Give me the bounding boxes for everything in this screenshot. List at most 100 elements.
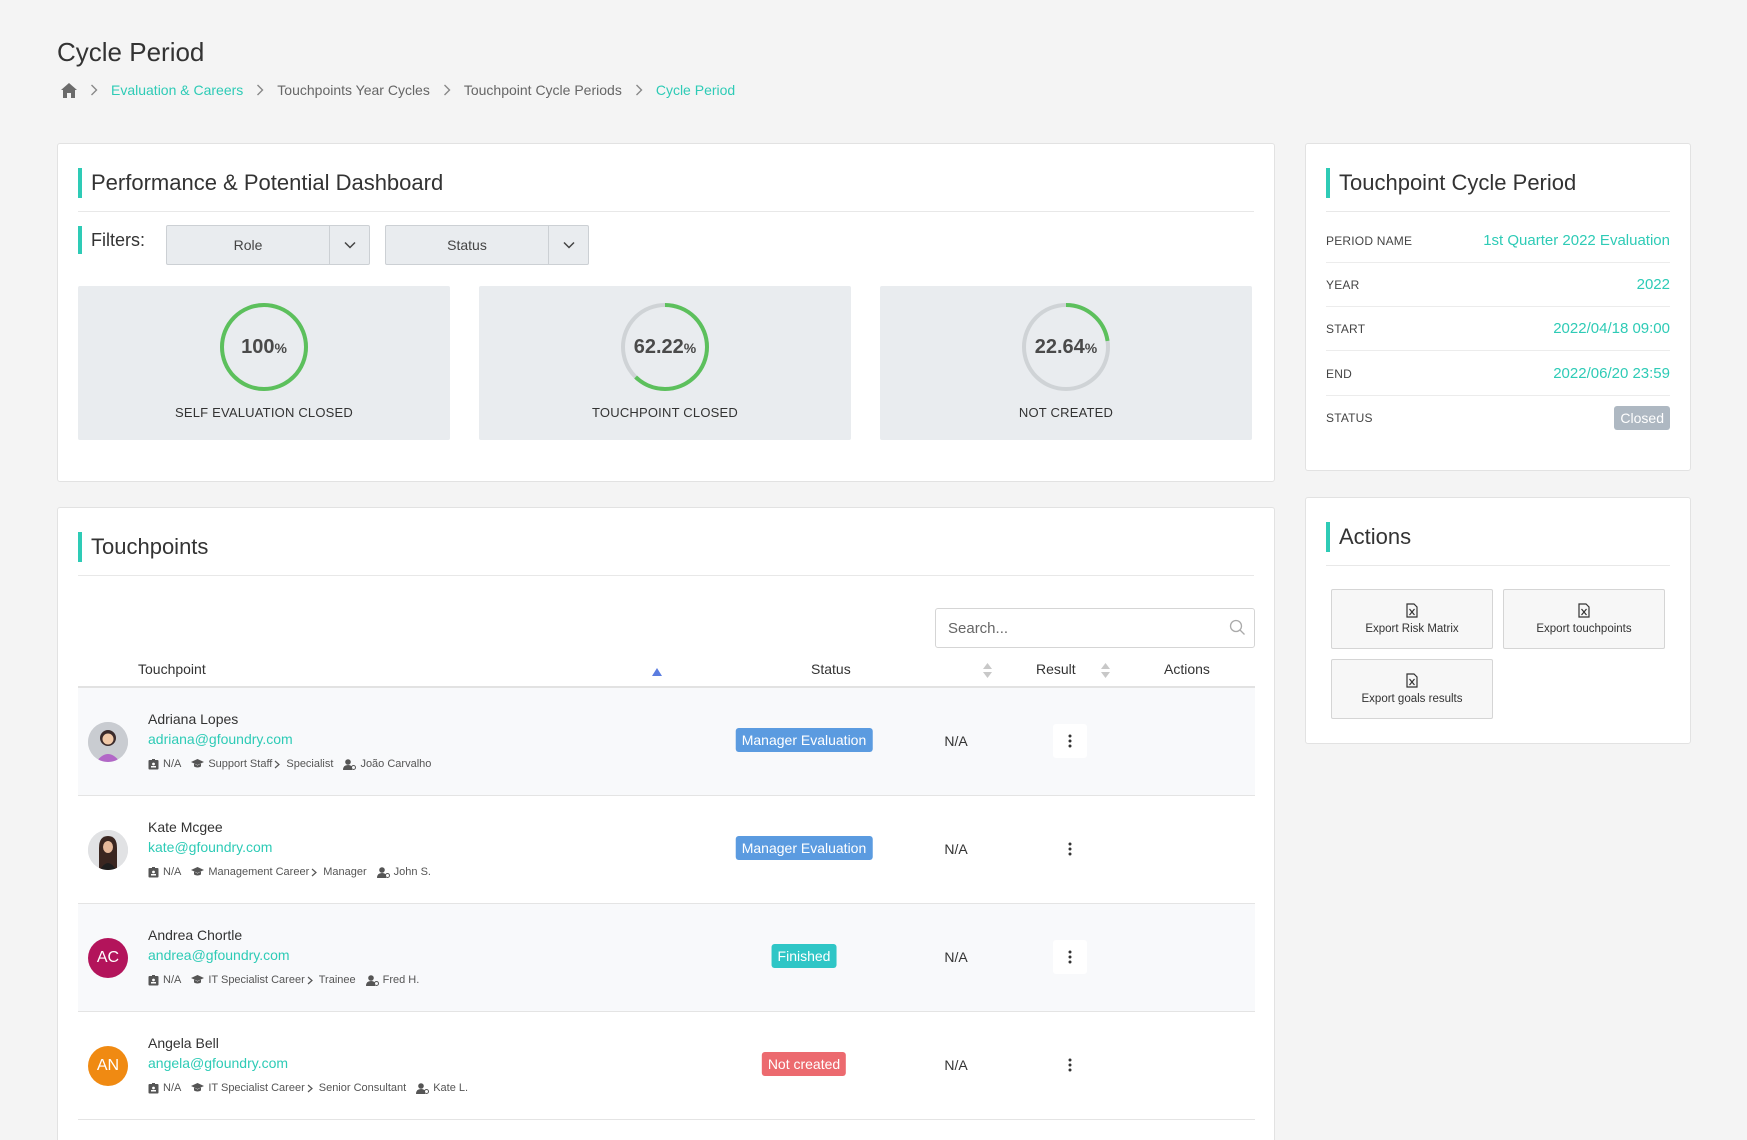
- stat-value: 100%: [241, 336, 287, 358]
- chevron-right-icon: [443, 84, 451, 96]
- person-email[interactable]: adriana@gfoundry.com: [148, 731, 293, 747]
- chevron-right-icon: [256, 84, 264, 96]
- person-email[interactable]: andrea@gfoundry.com: [148, 947, 290, 963]
- avatar: [88, 722, 128, 762]
- chevron-right-icon: [635, 84, 643, 96]
- person-email[interactable]: angela@gfoundry.com: [148, 1055, 288, 1071]
- row-actions-button[interactable]: [1053, 940, 1087, 974]
- chevron-down-icon: [548, 226, 588, 264]
- export-goals-results-button[interactable]: Export goals results: [1331, 659, 1493, 719]
- column-header-actions: Actions: [1164, 661, 1210, 677]
- user-manager-icon: [343, 758, 357, 770]
- excel-file-icon: [1406, 673, 1418, 688]
- result-value: N/A: [944, 733, 968, 749]
- breadcrumb-cycle-period[interactable]: Cycle Period: [656, 82, 735, 98]
- sort-icon[interactable]: [983, 663, 992, 683]
- excel-file-icon: [1406, 603, 1418, 618]
- status-filter-select[interactable]: Status: [385, 225, 589, 265]
- avatar-initials: AN: [96, 1057, 120, 1074]
- cycle-period-card: Touchpoint Cycle Period PERIOD NAME 1st …: [1305, 143, 1691, 471]
- page-title: Cycle Period: [57, 37, 205, 67]
- search-input[interactable]: [948, 609, 1218, 647]
- table-row: AN Angela Bell angela@gfoundry.com N/A I…: [78, 1012, 1255, 1120]
- row-actions-button[interactable]: [1053, 1048, 1087, 1082]
- sort-asc-icon[interactable]: [652, 663, 662, 681]
- status-badge: Manager Evaluation: [735, 836, 873, 860]
- stat-label: NOT CREATED: [1018, 405, 1114, 420]
- dashboard-card: Performance & Potential Dashboard Filter…: [57, 143, 1275, 482]
- cycle-period-title: Touchpoint Cycle Period: [1326, 168, 1576, 198]
- row-actions-button[interactable]: [1053, 724, 1087, 758]
- id-badge-icon: [148, 1082, 159, 1093]
- info-row-year: YEAR 2022: [1326, 263, 1670, 307]
- breadcrumb-cycle-periods[interactable]: Touchpoint Cycle Periods: [464, 82, 622, 98]
- role-filter-select[interactable]: Role: [166, 225, 370, 265]
- filters-label: Filters:: [78, 226, 145, 254]
- home-icon[interactable]: [61, 82, 77, 98]
- stat-label: TOUCHPOINT CLOSED: [592, 405, 738, 420]
- graduation-cap-icon: [191, 975, 205, 984]
- info-row-status: STATUS Closed: [1326, 396, 1670, 440]
- breadcrumb: Evaluation & Careers Touchpoints Year Cy…: [61, 82, 735, 98]
- row-actions-button[interactable]: [1053, 832, 1087, 866]
- column-header-touchpoint[interactable]: Touchpoint: [138, 661, 206, 677]
- info-row-start: START 2022/04/18 09:00: [1326, 307, 1670, 351]
- dashboard-title: Performance & Potential Dashboard: [78, 168, 443, 198]
- table-row: Kate Mcgee kate@gfoundry.com N/A Managem…: [78, 796, 1255, 904]
- id-badge-icon: [148, 866, 159, 877]
- person-email[interactable]: kate@gfoundry.com: [148, 839, 272, 855]
- id-badge-icon: [148, 974, 159, 985]
- more-vertical-icon: [1068, 734, 1072, 748]
- avatar: AN: [88, 1046, 128, 1086]
- info-row-period-name: PERIOD NAME 1st Quarter 2022 Evaluation: [1326, 219, 1670, 263]
- search-box: [935, 608, 1255, 648]
- excel-file-icon: [1578, 603, 1590, 618]
- table-row: Adriana Lopes adriana@gfoundry.com N/A S…: [78, 688, 1255, 796]
- more-vertical-icon: [1068, 842, 1072, 856]
- status-badge: Finished: [771, 944, 837, 968]
- status-badge: Manager Evaluation: [735, 728, 873, 752]
- person-name: Andrea Chortle: [148, 927, 243, 943]
- chevron-right-icon: [307, 1084, 317, 1093]
- chevron-right-icon: [311, 868, 321, 877]
- person-name: Adriana Lopes: [148, 711, 239, 727]
- chevron-down-icon: [329, 226, 369, 264]
- export-risk-matrix-button[interactable]: Export Risk Matrix: [1331, 589, 1493, 649]
- user-manager-icon: [416, 1082, 430, 1094]
- chevron-right-icon: [274, 760, 284, 769]
- status-badge: Closed: [1614, 406, 1670, 430]
- search-icon[interactable]: [1229, 619, 1246, 641]
- stat-touchpoint-closed: 62.22% TOUCHPOINT CLOSED: [479, 286, 851, 440]
- stat-value: 62.22%: [633, 336, 697, 358]
- chevron-right-icon: [90, 84, 98, 96]
- avatar: [88, 830, 128, 870]
- avatar: AC: [88, 938, 128, 978]
- person-meta: N/A Management Career Manager John S.: [148, 866, 441, 878]
- graduation-cap-icon: [191, 1083, 205, 1092]
- more-vertical-icon: [1068, 1058, 1072, 1072]
- breadcrumb-evaluation-careers[interactable]: Evaluation & Careers: [111, 82, 243, 98]
- actions-card: Actions Export Risk Matrix Export touchp…: [1305, 497, 1691, 744]
- export-touchpoints-button[interactable]: Export touchpoints: [1503, 589, 1665, 649]
- person-meta: N/A IT Specialist Career Senior Consultan…: [148, 1082, 478, 1094]
- touchpoints-title: Touchpoints: [78, 532, 208, 562]
- stat-label: SELF EVALUATION CLOSED: [174, 405, 354, 420]
- result-value: N/A: [944, 1057, 968, 1073]
- breadcrumb-year-cycles[interactable]: Touchpoints Year Cycles: [277, 82, 430, 98]
- touchpoints-card: Touchpoints Touchpoint Status Result Act…: [57, 507, 1275, 1140]
- status-filter-label: Status: [447, 237, 487, 253]
- chevron-right-icon: [307, 976, 317, 985]
- avatar-initials: AC: [96, 949, 120, 966]
- sort-icon[interactable]: [1101, 663, 1110, 683]
- actions-title: Actions: [1326, 522, 1411, 552]
- user-manager-icon: [365, 974, 379, 986]
- stat-value: 22.64%: [1034, 336, 1098, 358]
- stat-self-evaluation: 100% SELF EVALUATION CLOSED: [78, 286, 450, 440]
- graduation-cap-icon: [191, 867, 205, 876]
- person-meta: N/A IT Specialist Career Trainee Fred H.: [148, 974, 429, 986]
- id-badge-icon: [148, 758, 159, 769]
- stat-not-created: 22.64% NOT CREATED: [880, 286, 1252, 440]
- table-row: AC Andrea Chortle andrea@gfoundry.com N/…: [78, 904, 1255, 1012]
- column-header-status[interactable]: Status: [811, 661, 851, 677]
- column-header-result[interactable]: Result: [1036, 661, 1076, 677]
